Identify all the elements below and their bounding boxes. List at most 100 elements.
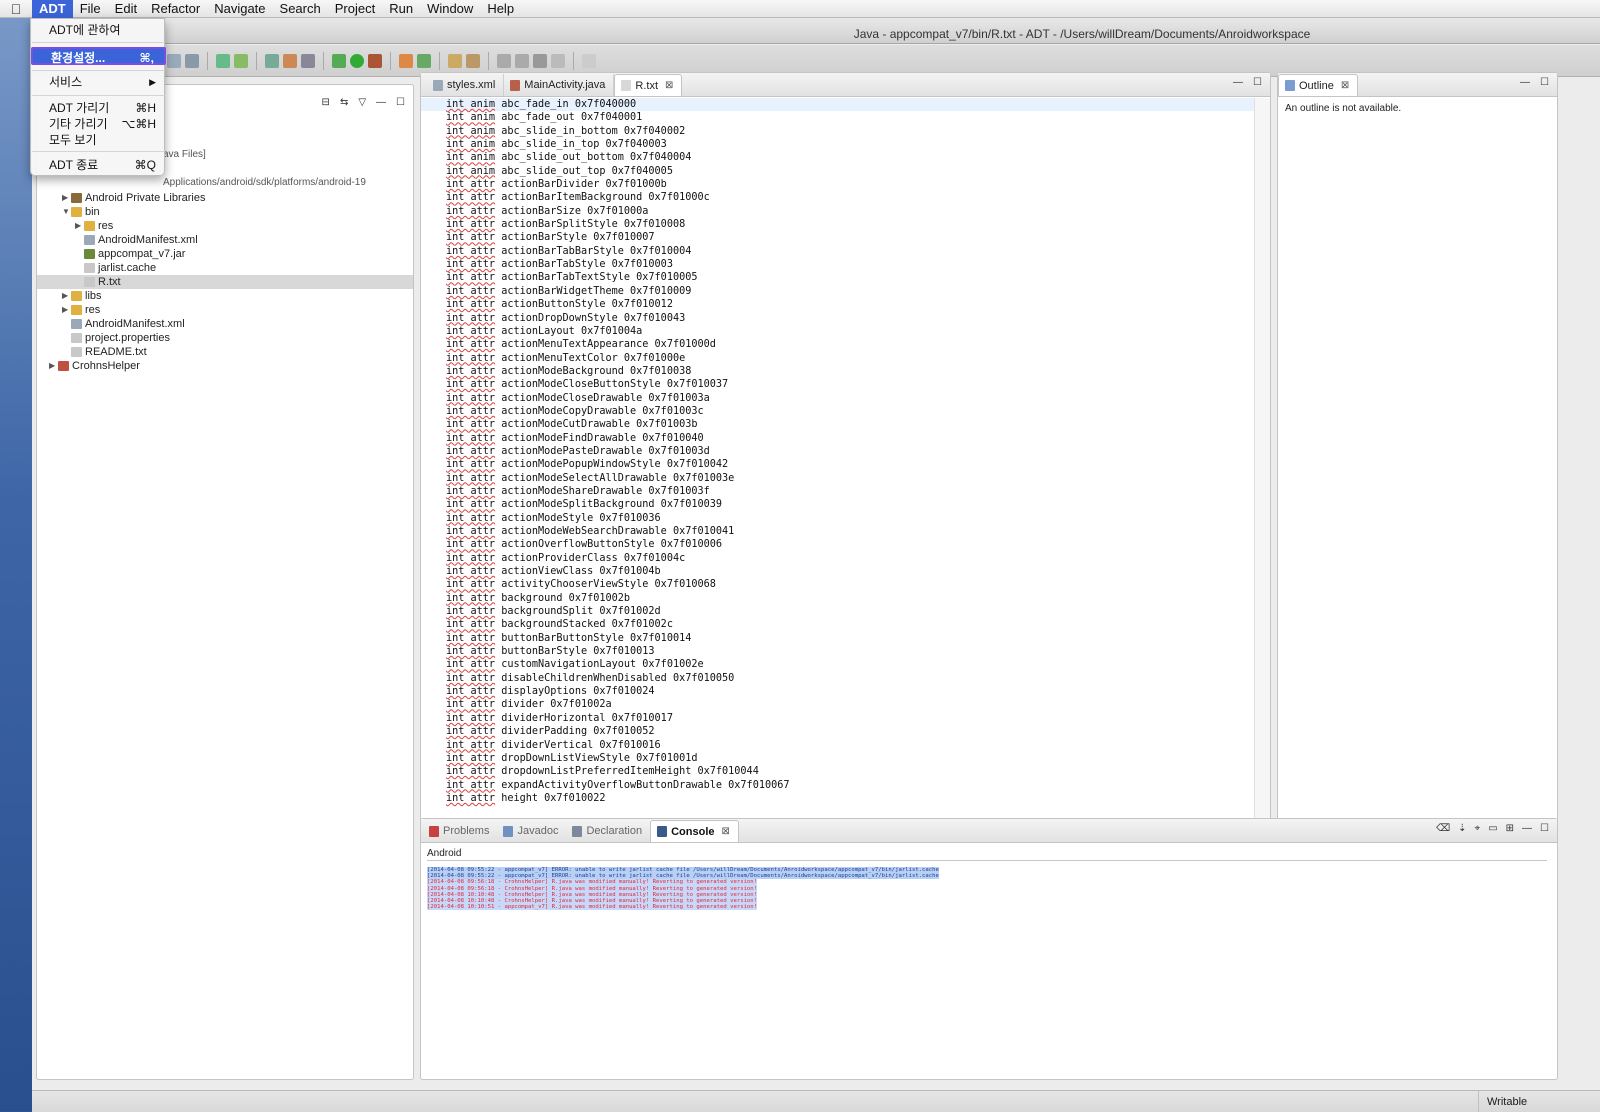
tree-item[interactable]: jarlist.cache	[37, 261, 413, 275]
toolbar-button-icon[interactable]	[234, 53, 248, 68]
tab-problems[interactable]: Problems	[423, 820, 497, 842]
scroll-lock-icon[interactable]: ⇣	[1458, 823, 1466, 834]
code-line-type: int attr	[446, 285, 496, 297]
minimize-icon[interactable]: —	[1520, 77, 1530, 88]
menu-help[interactable]: Help	[480, 0, 521, 18]
minimize-icon[interactable]: —	[1233, 77, 1243, 88]
run-icon[interactable]	[350, 53, 364, 68]
menu-item-quit[interactable]: ADT 종료 ⌘Q	[31, 156, 166, 174]
collapsed-arrow-icon[interactable]: ▶	[49, 359, 57, 373]
toolbar-button-icon[interactable]	[265, 53, 279, 68]
toolbar-button-icon[interactable]	[283, 53, 297, 68]
tree-item[interactable]: AndroidManifest.xml	[37, 233, 413, 247]
maximize-icon[interactable]: ☐	[1253, 77, 1262, 88]
menu-item-about[interactable]: ADT에 관하여	[31, 21, 166, 39]
open-type-icon[interactable]	[448, 53, 462, 68]
tree-item[interactable]: ▼ bin	[37, 205, 413, 219]
view-menu-icon[interactable]: ▽	[358, 97, 366, 108]
external-tools-icon[interactable]	[368, 53, 382, 68]
tree-item[interactable]: R.txt	[37, 275, 413, 289]
menu-edit[interactable]: Edit	[108, 0, 144, 18]
close-icon[interactable]: ⊠	[665, 75, 673, 97]
forward-icon[interactable]	[551, 53, 565, 68]
maximize-icon[interactable]: ☐	[1540, 823, 1549, 834]
minimize-icon[interactable]: —	[1522, 823, 1532, 834]
maximize-icon[interactable]: ☐	[396, 97, 405, 108]
tree-item[interactable]: AndroidManifest.xml	[37, 317, 413, 331]
collapsed-arrow-icon[interactable]: ▶	[62, 303, 70, 317]
code-line-type: int attr	[446, 205, 496, 217]
editor-tab[interactable]: styles.xml	[427, 74, 505, 96]
toolbar-button-icon[interactable]	[167, 53, 181, 68]
tab-declaration[interactable]: Declaration	[566, 820, 650, 842]
code-line: int attr actionModeSplitBackground 0x7f0…	[421, 498, 1254, 511]
prev-annotation-icon[interactable]	[515, 53, 529, 68]
code-line-type: int attr	[446, 365, 496, 377]
close-icon[interactable]: ⊠	[722, 821, 730, 843]
search-icon[interactable]	[466, 53, 480, 68]
code-line-value: height 0x7f010022	[501, 792, 606, 804]
apple-icon[interactable]: 	[0, 1, 32, 17]
menu-item-hide-adt-label: ADT 가리기	[49, 101, 110, 115]
problems-icon	[429, 825, 439, 837]
tree-item[interactable]: project.properties	[37, 331, 413, 345]
tab-outline[interactable]: Outline ⊠	[1278, 74, 1359, 97]
maximize-icon[interactable]: ☐	[1540, 77, 1549, 88]
code-line-value: dividerPadding 0x7f010052	[501, 726, 655, 738]
pin-console-icon[interactable]: ⌖	[1475, 823, 1481, 834]
link-editor-icon[interactable]: ⇆	[340, 97, 348, 108]
code-line-value: actionViewClass 0x7f01004b	[501, 566, 661, 578]
tree-item-label: AndroidManifest.xml	[98, 234, 198, 246]
menu-item-preferences[interactable]: 환경설정... ⌘,	[31, 47, 166, 65]
code-line-type: int attr	[446, 539, 496, 551]
status-writable: Writable	[1478, 1091, 1600, 1112]
editor-tab-label: styles.xml	[447, 79, 496, 91]
menu-window[interactable]: Window	[420, 0, 480, 18]
tree-item[interactable]: ▶ libs	[37, 289, 413, 303]
tree-item[interactable]: ▶ Android Private Libraries	[37, 191, 413, 205]
display-console-icon[interactable]: ▭	[1488, 823, 1497, 834]
debug-icon[interactable]	[332, 53, 346, 68]
menu-refactor[interactable]: Refactor	[144, 0, 207, 18]
back-icon[interactable]	[533, 53, 547, 68]
minimize-icon[interactable]: —	[376, 97, 386, 108]
editor-tab[interactable]: MainActivity.java	[504, 74, 615, 96]
toolbar-button-icon[interactable]	[216, 53, 230, 68]
menu-run[interactable]: Run	[382, 0, 420, 18]
collapse-all-icon[interactable]: ⊟	[322, 97, 330, 108]
expanded-arrow-icon[interactable]: ▼	[62, 205, 70, 219]
tree-item[interactable]: ▶ CrohnsHelper	[37, 359, 413, 373]
editor-scrollbar[interactable]	[1254, 98, 1270, 829]
text-editor[interactable]: int anim abc_fade_in 0x7f040000 int anim …	[421, 98, 1254, 829]
pin-editor-icon[interactable]	[582, 53, 596, 68]
console-output[interactable]: Android [2014-04-08 09:55:22 - appcompat…	[427, 847, 1547, 1079]
menu-navigate[interactable]: Navigate	[207, 0, 272, 18]
new-class-icon[interactable]	[399, 53, 413, 68]
code-line-value: actionBarSplitStyle 0x7f010008	[501, 219, 686, 231]
menu-adt[interactable]: ADT	[32, 0, 73, 18]
new-package-icon[interactable]	[417, 53, 431, 68]
close-icon[interactable]: ⊠	[1341, 75, 1349, 97]
tree-item[interactable]: ▶ res	[37, 219, 413, 233]
editor-tab[interactable]: R.txt ⊠	[614, 74, 683, 97]
open-console-icon[interactable]: ⊞	[1506, 823, 1514, 834]
menu-file[interactable]: File	[73, 0, 108, 18]
menu-search[interactable]: Search	[273, 0, 328, 18]
tree-item[interactable]: README.txt	[37, 345, 413, 359]
collapsed-arrow-icon[interactable]: ▶	[62, 191, 70, 205]
tab-javadoc[interactable]: Javadoc	[497, 820, 566, 842]
tree-item[interactable]: ▶ res	[37, 303, 413, 317]
menu-project[interactable]: Project	[328, 0, 382, 18]
collapsed-arrow-icon[interactable]: ▶	[75, 219, 83, 233]
clear-console-icon[interactable]: ⌫	[1436, 823, 1450, 834]
menu-item-services[interactable]: 서비스 ▶	[31, 73, 166, 91]
code-line-type: int attr	[446, 485, 496, 497]
tree-item[interactable]: appcompat_v7.jar	[37, 247, 413, 261]
toolbar-button-icon[interactable]	[301, 53, 315, 68]
tab-console[interactable]: Console ⊠	[650, 820, 739, 842]
editor-tab-label: MainActivity.java	[524, 79, 606, 91]
collapsed-arrow-icon[interactable]: ▶	[62, 289, 70, 303]
next-annotation-icon[interactable]	[497, 53, 511, 68]
menu-item-show-all[interactable]: 모두 보기	[31, 131, 166, 149]
toolbar-button-icon[interactable]	[185, 53, 199, 68]
